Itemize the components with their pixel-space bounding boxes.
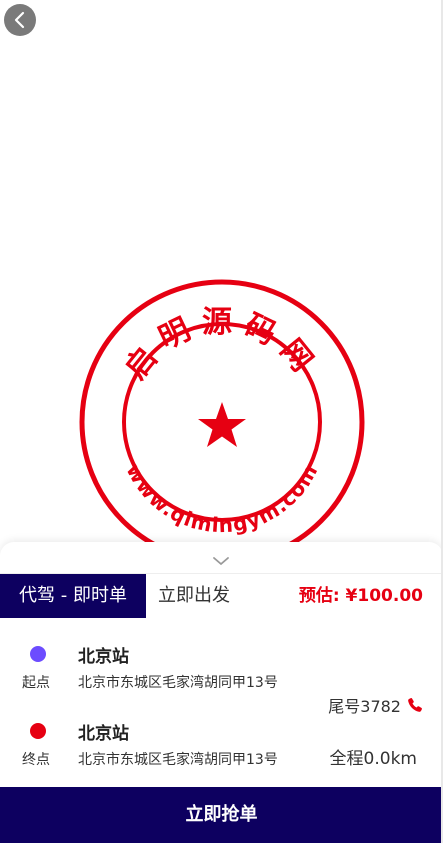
star-icon [198, 402, 246, 447]
start-address: 北京市东城区毛家湾胡同甲13号 [78, 675, 278, 691]
start-station: 北京站 [78, 647, 129, 667]
map-area[interactable]: 启明源码网 www.qimingym.com [0, 0, 443, 565]
phone-icon[interactable] [407, 697, 423, 713]
stamp-bottom-text: www.qimingym.com [121, 460, 321, 538]
stamp-top-text: 启明源码网 [118, 305, 315, 386]
start-label: 起点 [22, 675, 50, 691]
end-station: 北京站 [78, 724, 129, 744]
watermark-stamp: 启明源码网 www.qimingym.com [79, 279, 365, 565]
end-address: 北京市东城区毛家湾胡同甲13号 [78, 752, 278, 768]
chevron-down-icon [213, 557, 229, 566]
depart-label: 立即出发 [158, 585, 230, 606]
chevron-left-icon [14, 11, 25, 29]
estimated-price: 预估: ¥100.00 [298, 586, 423, 606]
svg-text:启明源码网: 启明源码网 [118, 305, 325, 386]
grab-order-button[interactable]: 立即抢单 [0, 787, 443, 843]
start-point-row: 起点 北京站 北京市东城区毛家湾胡同甲13号 [0, 638, 443, 698]
order-type-tab[interactable]: 代驾 - 即时单 [0, 574, 146, 618]
svg-text:www.qimingym.com: www.qimingym.com [121, 460, 322, 538]
order-panel: 代驾 - 即时单 立即出发 预估: ¥100.00 起点 北京站 北京市东城区毛… [0, 542, 443, 843]
trip-distance: 全程0.0km [329, 749, 417, 769]
back-button[interactable] [4, 4, 36, 36]
order-header: 代驾 - 即时单 立即出发 预估: ¥100.00 [0, 573, 443, 618]
end-label: 终点 [22, 752, 50, 768]
start-dot-icon [30, 646, 46, 662]
passenger-tail-info: 尾号3782 [328, 693, 423, 717]
tail-number: 尾号3782 [328, 697, 401, 716]
collapse-handle[interactable] [211, 552, 231, 566]
end-dot-icon [30, 723, 46, 739]
